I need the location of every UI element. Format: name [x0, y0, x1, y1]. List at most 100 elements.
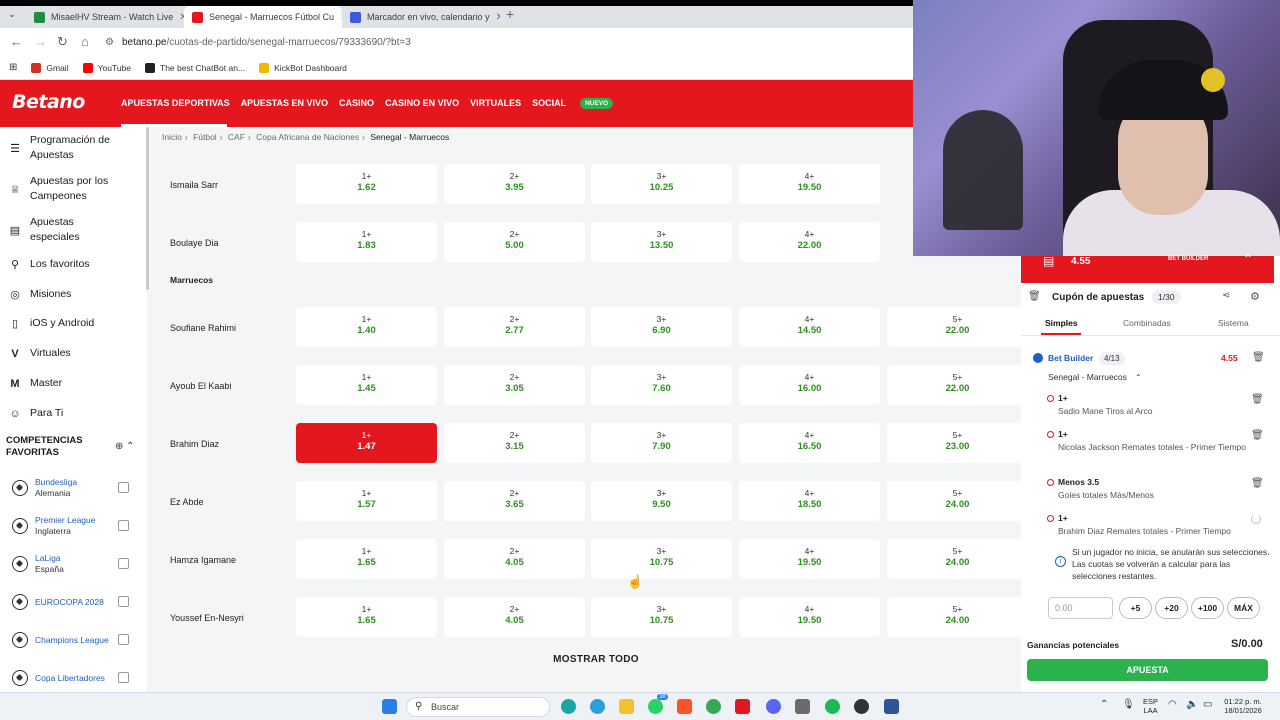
odds-button[interactable]: 4+ 19.50 [739, 539, 880, 579]
odds-button[interactable]: 3+ 9.50 [591, 481, 732, 521]
nav-casino-en-vivo[interactable]: CASINO EN VIVO [385, 98, 459, 108]
sidebar-item-para-ti[interactable]: ☺ Para Ti [0, 406, 146, 421]
edge-icon[interactable] [561, 699, 576, 714]
nav-casino[interactable]: CASINO [339, 98, 374, 108]
close-tab-icon[interactable]: ✕ [490, 12, 500, 23]
quick-stake-100-button[interactable]: +100 [1191, 597, 1224, 619]
odds-button[interactable]: 2+ 3.05 [444, 365, 585, 405]
crumb-caf[interactable]: CAF [228, 132, 245, 142]
tab-misael-stream[interactable]: MisaelHV Stream - Watch Live ✕ [26, 6, 184, 28]
windows-start-icon[interactable] [382, 699, 397, 714]
competition-champions[interactable]: Champions League [12, 627, 132, 653]
odds-button[interactable]: 5+ 23.00 [887, 423, 1021, 463]
trash-icon[interactable]: 🗑 [1028, 291, 1041, 302]
odds-button[interactable]: 1+ 1.65 [296, 539, 437, 579]
favorite-checkbox[interactable] [118, 596, 129, 607]
discord-icon[interactable] [766, 699, 781, 714]
tab-combinadas[interactable]: Combinadas [1123, 318, 1171, 328]
back-arrow-icon[interactable]: ← [10, 34, 23, 49]
typora-icon[interactable] [735, 699, 750, 714]
obs-icon[interactable] [854, 699, 869, 714]
tab-sistema[interactable]: Sistema [1218, 318, 1249, 328]
share-icon[interactable]: ⋖ [1222, 290, 1230, 301]
quick-stake-5-button[interactable]: +5 [1119, 597, 1152, 619]
odds-button[interactable]: 3+ 10.75 [591, 597, 732, 637]
crumb-inicio[interactable]: Inicio [162, 132, 182, 142]
favorite-checkbox[interactable] [118, 520, 129, 531]
nav-apuestas-deportivas[interactable]: APUESTAS DEPORTIVAS [121, 98, 230, 108]
trash-icon[interactable]: 🗑 [1251, 478, 1264, 489]
tab-search-chevron-icon[interactable]: ⌄ [8, 9, 16, 20]
stake-input[interactable]: 0.00 [1048, 597, 1113, 619]
odds-button[interactable]: 2+ 2.77 [444, 307, 585, 347]
reload-icon[interactable]: ↻ [57, 34, 68, 50]
forward-arrow-icon[interactable]: → [34, 34, 47, 49]
odds-button[interactable]: 3+ 6.90 [591, 307, 732, 347]
gear-icon[interactable]: ⚙ [1250, 290, 1260, 303]
wifi-icon[interactable]: ◠ [1168, 699, 1177, 710]
chevron-up-icon[interactable]: ⌃ [1135, 373, 1142, 382]
quick-stake-max-button[interactable]: MÁX [1227, 597, 1260, 619]
odds-button[interactable]: 2+ 3.95 [444, 164, 585, 204]
sidebar-item-especiales[interactable]: ▤ Apuestas especiales [0, 215, 146, 245]
sidebar-item-programacion[interactable]: ☰ Programación de Apuestas [0, 133, 146, 163]
nav-apuestas-en-vivo[interactable]: APUESTAS EN VIVO [241, 98, 328, 108]
bookmark-youtube[interactable]: YouTube [82, 62, 131, 73]
battery-icon[interactable]: ▭ [1203, 699, 1212, 710]
betslip-header-bar[interactable]: ▤ 4.55 BET BUILDER ⌃ [1021, 252, 1274, 283]
tab-simples[interactable]: Simples [1045, 318, 1078, 328]
betslip-match[interactable]: Senegal - Marruecos ⌃ [1048, 372, 1142, 382]
favorite-checkbox[interactable] [118, 482, 129, 493]
odds-button[interactable]: 5+ 22.00 [887, 365, 1021, 405]
odds-button[interactable]: 3+ 10.25 [591, 164, 732, 204]
crumb-futbol[interactable]: Fútbol [193, 132, 217, 142]
odds-button[interactable]: 1+ 1.47 [296, 423, 437, 463]
brave-icon[interactable] [677, 699, 692, 714]
nav-virtuales[interactable]: VIRTUALES [470, 98, 521, 108]
volume-icon[interactable]: 🔈 [1186, 699, 1198, 710]
competition-eurocopa[interactable]: EUROCOPA 2028 [12, 589, 132, 615]
clock[interactable]: 01:22 p. m. 18/01/2026 [1222, 697, 1264, 715]
odds-button[interactable]: 2+ 4.05 [444, 597, 585, 637]
bookmark-kickbot[interactable]: KickBot Dashboard [259, 62, 347, 73]
odds-button[interactable]: 5+ 24.00 [887, 481, 1021, 521]
place-bet-button[interactable]: APUESTA [1027, 659, 1268, 681]
tab-marcador[interactable]: Marcador en vivo, calendario y ✕ [342, 6, 500, 28]
tab-betano-senegal[interactable]: Senegal - Marruecos Fútbol Cu ✕ [184, 6, 342, 28]
chevron-up-icon[interactable]: ⌃ [1243, 252, 1253, 266]
odds-button[interactable]: 1+ 1.62 [296, 164, 437, 204]
favorite-checkbox[interactable] [118, 634, 129, 645]
odds-button[interactable]: 4+ 16.00 [739, 365, 880, 405]
odds-button[interactable]: 2+ 3.15 [444, 423, 585, 463]
file-explorer-icon[interactable] [619, 699, 634, 714]
odds-button[interactable]: 1+ 1.40 [296, 307, 437, 347]
whatsapp-icon[interactable] [648, 699, 663, 714]
trash-icon[interactable]: 🗑 [1251, 430, 1264, 441]
odds-button[interactable]: 4+ 19.50 [739, 597, 880, 637]
competition-laliga[interactable]: LaLiga España [12, 551, 132, 577]
word-icon[interactable] [884, 699, 899, 714]
crumb-copa-africana[interactable]: Copa Africana de Naciones [256, 132, 359, 142]
odds-button[interactable]: 1+ 1.83 [296, 222, 437, 262]
sidebar-item-ios-android[interactable]: ▯ iOS y Android [0, 316, 146, 331]
apps-grid-icon[interactable]: ⊞ [9, 62, 17, 73]
chevron-up-icon[interactable]: ⌃ [1100, 699, 1108, 710]
show-all-button[interactable]: MOSTRAR TODO [149, 654, 1021, 665]
odds-button[interactable]: 2+ 4.05 [444, 539, 585, 579]
sidebar-item-campeones[interactable]: ♕ Apuestas por los Campeones [0, 174, 146, 204]
odds-button[interactable]: 1+ 1.65 [296, 597, 437, 637]
sidebar-item-favoritos[interactable]: ⚲ Los favoritos [0, 257, 146, 272]
odds-button[interactable]: 4+ 16.50 [739, 423, 880, 463]
telegram-icon[interactable] [590, 699, 605, 714]
quick-stake-20-button[interactable]: +20 [1155, 597, 1188, 619]
odds-button[interactable]: 3+ 7.90 [591, 423, 732, 463]
odds-button[interactable]: 4+ 14.50 [739, 307, 880, 347]
taskbar-search[interactable]: ⚲ Buscar [406, 697, 550, 717]
odds-button[interactable]: 5+ 24.00 [887, 539, 1021, 579]
home-icon[interactable]: ⌂ [81, 34, 89, 49]
trash-icon[interactable]: 🗑 [1251, 394, 1264, 405]
new-tab-button[interactable]: + [506, 6, 514, 22]
sidebar-item-virtuales[interactable]: V Virtuales [0, 346, 146, 361]
chevron-up-icon[interactable]: ⌃ [126, 441, 134, 452]
add-circle-icon[interactable]: ⊕ [115, 441, 123, 452]
